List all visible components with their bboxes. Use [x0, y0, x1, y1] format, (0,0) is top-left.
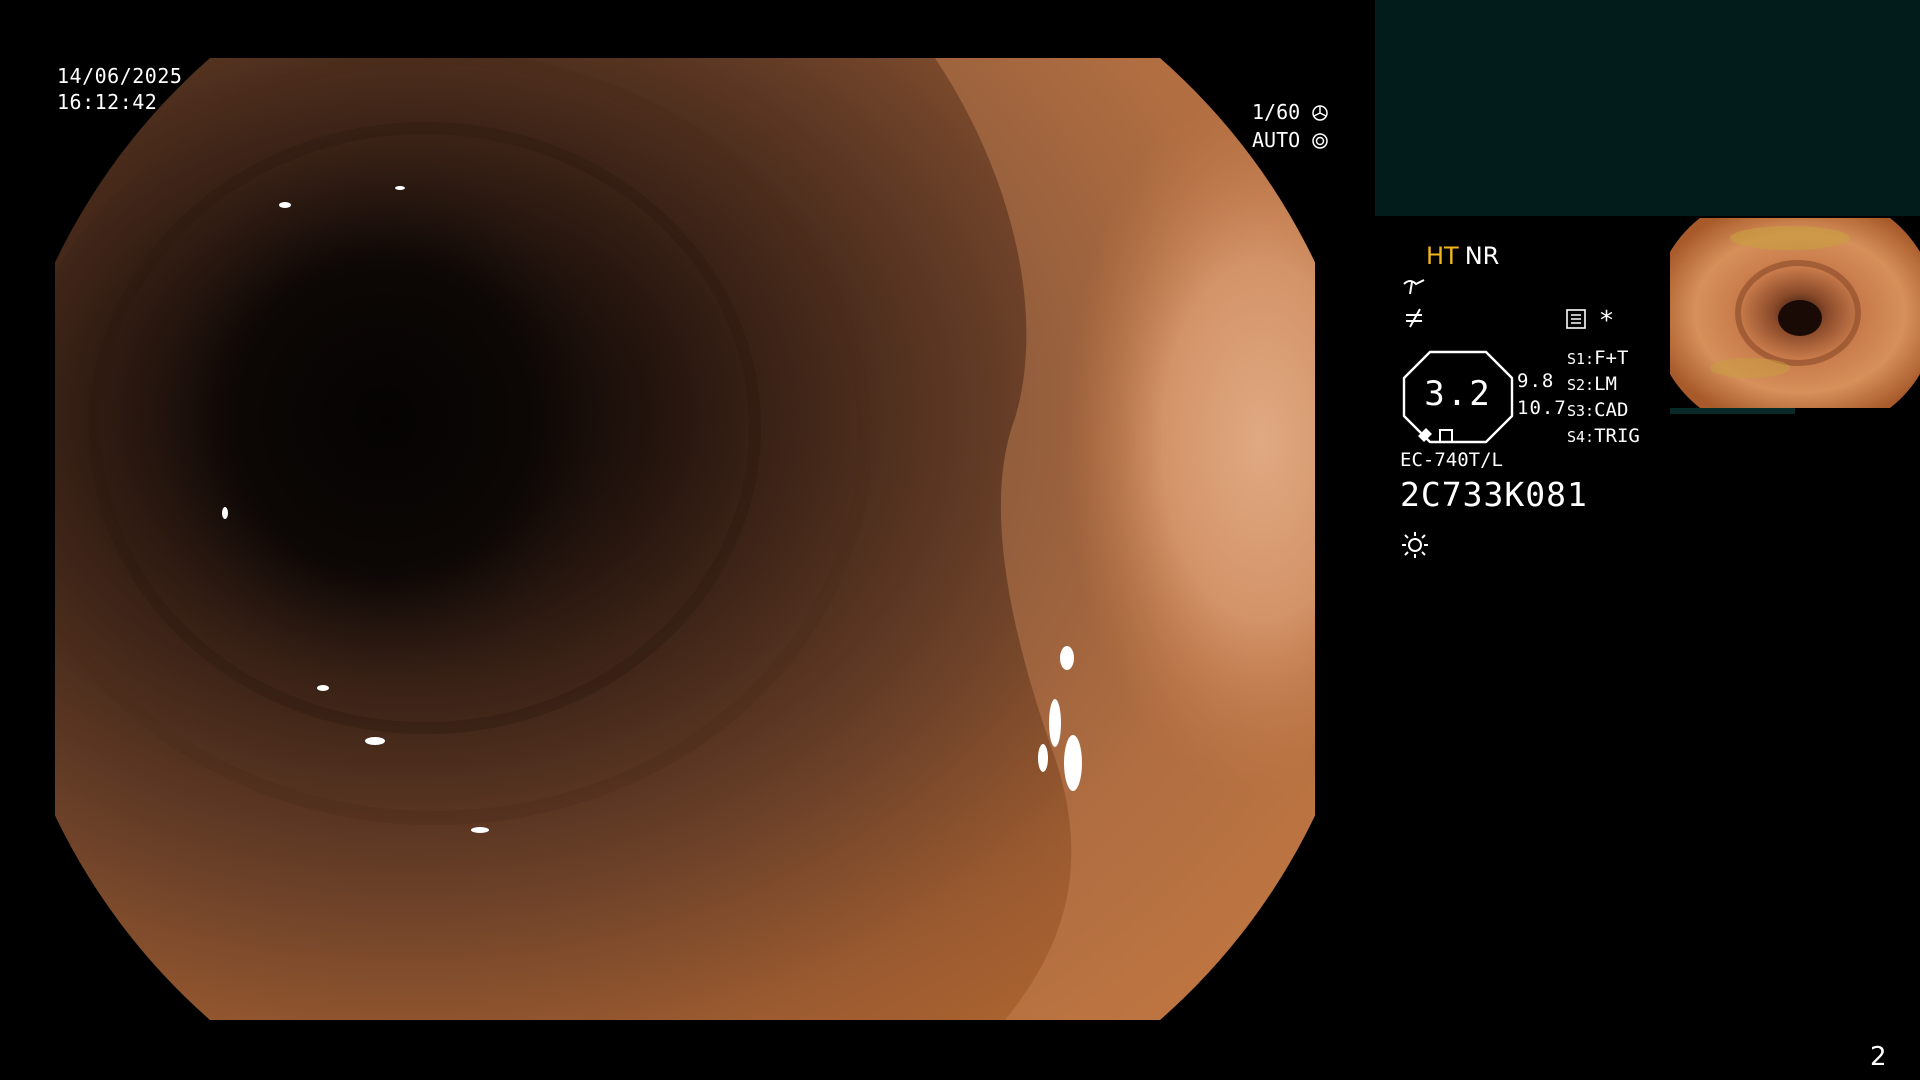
not-equal-icon [1406, 308, 1422, 328]
switch-item: S3:CAD [1567, 399, 1629, 421]
ht-label: HT [1426, 242, 1459, 270]
shutter-icon [1312, 105, 1328, 121]
switch-item: S4:TRIG [1567, 425, 1640, 447]
shutter-text: 1/60 [1252, 100, 1301, 124]
switch-item: S1:F+T [1567, 347, 1629, 369]
scope-model: EC-740T/L [1400, 449, 1503, 471]
mode-indicators: HT NR [1426, 242, 1499, 270]
time-text: 16:12:42 [57, 90, 158, 114]
iris-text: AUTO [1252, 128, 1301, 152]
switch-item: S2:LM [1567, 373, 1617, 395]
date-text: 14/06/2025 [57, 64, 183, 88]
endoscopic-image [55, 58, 1315, 1020]
nr-label: NR [1464, 242, 1500, 270]
memory-icon [1566, 309, 1586, 329]
serial-number: 2C733K081 [1400, 475, 1588, 514]
side-value-2: 10.7 [1517, 397, 1567, 419]
exposure-info: 1/60 AUTO [1252, 98, 1328, 154]
shutter-row: 1/60 [1252, 98, 1328, 126]
secondary-display-box [1375, 0, 1920, 216]
side-value-1: 9.8 [1517, 370, 1555, 392]
curve-icon [1403, 279, 1425, 295]
switch-list: S1:F+T S2:LM S3:CAD S4:TRIG [1567, 346, 1640, 450]
reference-thumbnail[interactable] [1670, 218, 1920, 416]
side-values: 9.8 10.7 [1517, 368, 1567, 422]
page-number: 2 [1870, 1042, 1887, 1072]
light-sun-icon [1402, 532, 1428, 558]
asterisk-icon: * [1600, 306, 1613, 336]
gauge-value: 3.2 [1424, 374, 1492, 414]
iris-icon [1312, 133, 1328, 149]
iris-row: AUTO [1252, 126, 1328, 154]
timestamp: 14/06/2025 16:12:42 [57, 63, 182, 115]
